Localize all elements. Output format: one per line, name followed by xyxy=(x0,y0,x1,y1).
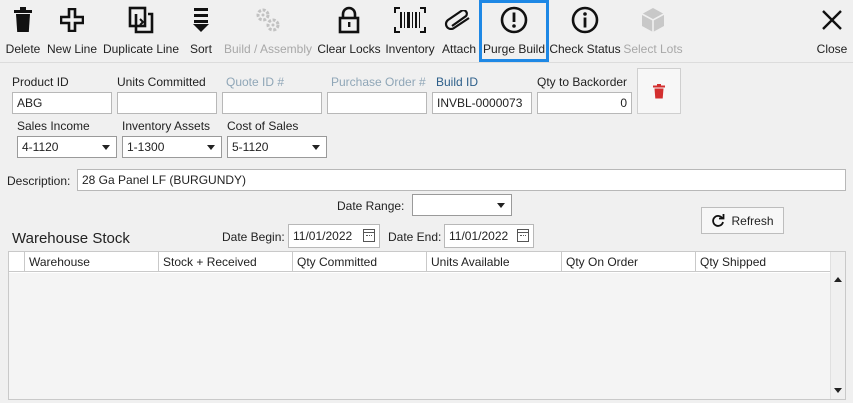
delete-button[interactable]: Delete xyxy=(4,2,42,60)
sort-button[interactable]: Sort xyxy=(184,2,218,60)
refresh-button[interactable]: Refresh xyxy=(701,207,784,234)
chevron-down-icon xyxy=(497,203,505,208)
plus-icon xyxy=(52,2,92,38)
inventory-label: Inventory xyxy=(385,42,435,56)
qty-backorder-input[interactable]: 0 xyxy=(537,92,632,114)
build-assembly-button[interactable]: Build / Assembly xyxy=(222,2,314,60)
close-button[interactable]: Close xyxy=(815,2,849,60)
delete-build-button[interactable] xyxy=(637,68,681,114)
column-header-qty-on-order[interactable]: Qty On Order xyxy=(562,252,696,272)
duplicate-icon xyxy=(121,2,161,38)
date-end-label: Date End: xyxy=(388,230,442,244)
build-assembly-label: Build / Assembly xyxy=(223,42,313,56)
select-lots-label: Select Lots xyxy=(623,42,683,56)
row-header-cell xyxy=(9,252,25,272)
quote-id-input[interactable] xyxy=(222,92,322,114)
purge-build-button[interactable]: Purge Build xyxy=(479,0,549,62)
trash-icon xyxy=(3,2,43,38)
date-range-label: Date Range: xyxy=(337,199,405,213)
check-status-button[interactable]: Check Status xyxy=(549,2,621,60)
barcode-icon xyxy=(390,2,430,38)
inventory-assets-select[interactable]: 1-1300 xyxy=(122,136,222,158)
attach-button[interactable]: Attach xyxy=(440,2,478,60)
sort-label: Sort xyxy=(189,42,212,56)
close-label: Close xyxy=(816,42,848,56)
sort-down-icon xyxy=(181,2,221,38)
duplicate-line-label: Duplicate Line xyxy=(102,42,180,56)
date-end-value: 11/01/2022 xyxy=(449,229,509,243)
units-committed-input[interactable] xyxy=(117,92,217,114)
description-label: Description: xyxy=(7,174,71,188)
column-header-stock-received[interactable]: Stock + Received xyxy=(159,252,293,272)
trash-icon xyxy=(653,83,665,98)
sales-income-label: Sales Income xyxy=(17,119,90,133)
chevron-down-icon xyxy=(207,145,215,150)
select-lots-button[interactable]: Select Lots xyxy=(623,2,683,60)
warehouse-stock-title: Warehouse Stock xyxy=(12,230,130,247)
new-line-label: New Line xyxy=(46,42,98,56)
alert-circle-icon xyxy=(494,2,534,38)
cost-of-sales-select[interactable]: 5-1120 xyxy=(227,136,327,158)
column-header-warehouse[interactable]: Warehouse xyxy=(25,252,159,272)
build-id-input[interactable]: INVBL-0000073 xyxy=(432,92,532,114)
sales-income-value: 4-1120 xyxy=(22,140,59,154)
sales-income-select[interactable]: 4-1120 xyxy=(17,136,117,158)
date-begin-picker[interactable]: 11/01/2022 xyxy=(288,224,380,248)
description-input[interactable]: 28 Ga Panel LF (BURGUNDY) xyxy=(77,169,846,191)
info-circle-icon xyxy=(565,2,605,38)
date-begin-value: 11/01/2022 xyxy=(293,229,353,243)
vertical-scrollbar[interactable] xyxy=(830,252,845,399)
date-begin-label: Date Begin: xyxy=(222,230,285,244)
inventory-assets-label: Inventory Assets xyxy=(122,119,211,133)
build-id-label: Build ID xyxy=(436,75,479,89)
chevron-down-icon xyxy=(312,145,320,150)
duplicate-line-button[interactable]: Duplicate Line xyxy=(101,2,181,60)
grid-header: Warehouse Stock + Received Qty Committed… xyxy=(9,252,831,272)
column-header-qty-shipped[interactable]: Qty Shipped xyxy=(696,252,831,272)
scroll-up-icon[interactable] xyxy=(834,277,842,282)
qty-backorder-label: Qty to Backorder xyxy=(537,75,628,89)
chevron-down-icon xyxy=(102,145,110,150)
date-range-select[interactable] xyxy=(412,194,512,216)
grid-body xyxy=(9,273,831,399)
clear-locks-label: Clear Locks xyxy=(317,42,381,56)
date-end-picker[interactable]: 11/01/2022 xyxy=(444,224,534,248)
box-icon xyxy=(633,2,673,38)
scroll-down-icon[interactable] xyxy=(834,388,842,393)
column-header-qty-committed[interactable]: Qty Committed xyxy=(293,252,427,272)
close-icon xyxy=(812,2,852,38)
purchase-order-input[interactable] xyxy=(327,92,427,114)
paperclip-icon xyxy=(439,2,479,38)
cost-of-sales-label: Cost of Sales xyxy=(227,119,299,133)
purchase-order-label: Purchase Order # xyxy=(331,75,426,89)
clear-locks-button[interactable]: Clear Locks xyxy=(317,2,381,60)
inventory-button[interactable]: Inventory xyxy=(384,2,436,60)
column-header-units-available[interactable]: Units Available xyxy=(427,252,562,272)
purge-build-label: Purge Build xyxy=(482,42,546,56)
toolbar: Delete New Line Duplicate Line Sort Buil… xyxy=(0,0,853,62)
product-id-input[interactable]: ABG xyxy=(12,92,112,114)
inventory-assets-value: 1-1300 xyxy=(127,140,165,154)
warehouse-stock-grid: Warehouse Stock + Received Qty Committed… xyxy=(8,251,846,400)
product-id-label: Product ID xyxy=(12,75,69,89)
lock-icon xyxy=(329,2,369,38)
new-line-button[interactable]: New Line xyxy=(45,2,99,60)
quote-id-label: Quote ID # xyxy=(226,75,285,89)
toolbar-divider xyxy=(0,62,853,63)
calendar-icon[interactable] xyxy=(517,229,529,242)
refresh-icon xyxy=(712,213,725,227)
calendar-icon[interactable] xyxy=(363,229,375,242)
refresh-label: Refresh xyxy=(731,213,774,228)
cost-of-sales-value: 5-1120 xyxy=(232,140,269,154)
check-status-label: Check Status xyxy=(549,42,621,56)
attach-label: Attach xyxy=(441,42,477,56)
delete-label: Delete xyxy=(5,42,41,56)
gears-icon xyxy=(248,2,288,38)
units-committed-label: Units Committed xyxy=(117,75,206,89)
